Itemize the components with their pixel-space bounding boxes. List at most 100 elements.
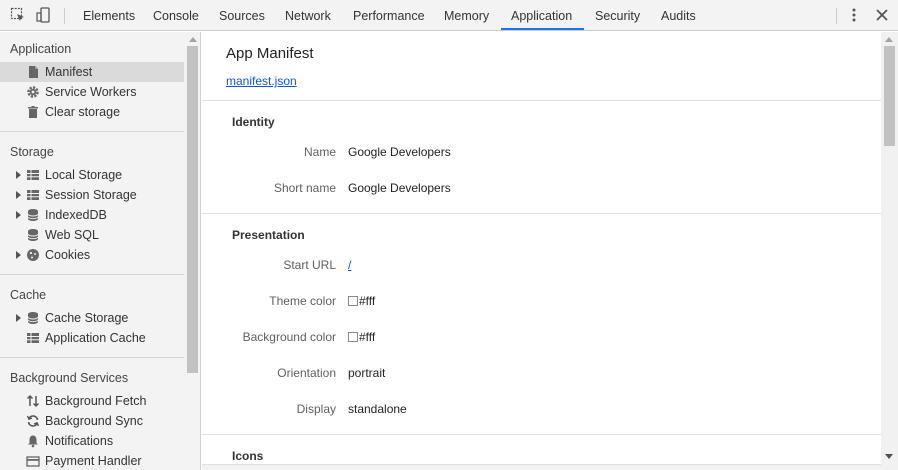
scroll-up-arrow-icon[interactable]: [885, 37, 893, 42]
expand-arrow-icon[interactable]: [16, 211, 21, 219]
sidebar-item-label: IndexedDB: [45, 208, 107, 222]
scroll-down-arrow-icon[interactable]: [885, 454, 893, 459]
sidebar-divider: [0, 357, 184, 358]
field-label: Start URL: [283, 258, 336, 272]
database-icon: [26, 228, 40, 242]
sidebar-item-application-cache[interactable]: Application Cache: [0, 328, 184, 348]
sync-icon: [26, 414, 40, 428]
grid-icon: [26, 331, 40, 345]
manifest-json-link[interactable]: manifest.json: [226, 74, 297, 88]
tab-audits[interactable]: Audits: [661, 0, 696, 30]
devtools-toolbar: Elements Console Sources Network Perform…: [0, 0, 898, 31]
close-icon[interactable]: [874, 7, 890, 23]
gear-icon: [26, 85, 40, 99]
toolbar-divider: [64, 8, 65, 24]
tab-console[interactable]: Console: [153, 0, 199, 30]
theme-color-text: #fff: [359, 294, 376, 308]
sidebar-item-session-storage[interactable]: Session Storage: [0, 185, 184, 205]
sidebar-item-indexeddb[interactable]: IndexedDB: [0, 205, 184, 225]
sidebar-item-label: Local Storage: [45, 168, 123, 182]
cookie-icon: [26, 248, 40, 262]
sidebar-item-background-sync[interactable]: Background Sync: [0, 411, 184, 431]
tab-elements[interactable]: Elements: [83, 0, 135, 30]
scroll-up-arrow-icon[interactable]: [189, 37, 197, 42]
page-title: App Manifest: [226, 45, 314, 62]
card-icon: [26, 454, 40, 468]
tab-network[interactable]: Network: [285, 0, 331, 30]
sidebar-item-label: Service Workers: [45, 85, 137, 99]
grid-icon: [26, 188, 40, 202]
document-icon: [26, 65, 40, 79]
display-value: standalone: [348, 402, 407, 416]
field-label: Theme color: [269, 294, 336, 308]
expand-arrow-icon[interactable]: [16, 191, 21, 199]
sidebar-divider: [0, 274, 184, 275]
sidebar-item-notifications[interactable]: Notifications: [0, 431, 184, 451]
sidebar-item-local-storage[interactable]: Local Storage: [0, 165, 184, 185]
tab-sources[interactable]: Sources: [219, 0, 265, 30]
trash-icon: [26, 105, 40, 119]
sidebar-item-label: Cookies: [45, 248, 91, 262]
device-toolbar-icon[interactable]: [35, 7, 51, 23]
sidebar-item-label: Web SQL: [45, 228, 99, 242]
sidebar-section-storage: Storage: [10, 145, 54, 159]
sidebar-item-label: Background Fetch: [45, 394, 147, 408]
manifest-panel: App Manifest manifest.json Identity Name…: [202, 32, 881, 470]
field-label: Orientation: [277, 366, 336, 380]
tab-security[interactable]: Security: [595, 0, 640, 30]
tab-memory[interactable]: Memory: [444, 0, 489, 30]
application-sidebar: Application Manifest Service Workers Cle…: [0, 32, 201, 470]
field-label: Name: [303, 145, 336, 159]
field-label: Display: [296, 402, 336, 416]
color-swatch[interactable]: [348, 332, 358, 342]
horizontal-scrollbar[interactable]: [202, 464, 881, 470]
sidebar-item-cookies[interactable]: Cookies: [0, 245, 184, 265]
sidebar-item-payment-handler[interactable]: Payment Handler: [0, 451, 184, 470]
up-down-arrows-icon: [26, 394, 40, 408]
section-title-identity: Identity: [232, 115, 275, 129]
section-divider: [202, 213, 881, 214]
section-divider: [202, 434, 881, 435]
sidebar-item-cache-storage[interactable]: Cache Storage: [0, 308, 184, 328]
sidebar-item-label: Payment Handler: [45, 454, 142, 468]
sidebar-item-service-workers[interactable]: Service Workers: [0, 82, 184, 102]
tab-application[interactable]: Application: [511, 0, 572, 30]
database-icon: [26, 208, 40, 222]
tab-performance[interactable]: Performance: [353, 0, 425, 30]
sidebar-divider: [0, 131, 184, 132]
sidebar-scrollbar-thumb[interactable]: [187, 46, 198, 373]
grid-icon: [26, 168, 40, 182]
orientation-value: portrait: [348, 366, 386, 380]
theme-color-value: #fff: [348, 294, 375, 308]
short-name-value: Google Developers: [348, 181, 451, 195]
active-tab-indicator: [501, 28, 584, 30]
expand-arrow-icon[interactable]: [16, 171, 21, 179]
expand-arrow-icon[interactable]: [16, 251, 21, 259]
sidebar-item-manifest[interactable]: Manifest: [0, 62, 184, 82]
sidebar-item-clear-storage[interactable]: Clear storage: [0, 102, 184, 122]
bell-icon: [26, 434, 40, 448]
color-swatch[interactable]: [348, 296, 358, 306]
sidebar-item-background-fetch[interactable]: Background Fetch: [0, 391, 184, 411]
database-icon: [26, 311, 40, 325]
start-url-link[interactable]: /: [348, 258, 351, 272]
sidebar-section-application: Application: [10, 42, 72, 56]
start-url-value: /: [348, 258, 351, 272]
sidebar-item-web-sql[interactable]: Web SQL: [0, 225, 184, 245]
field-label: Short name: [273, 181, 336, 195]
sidebar-section-cache: Cache: [10, 288, 47, 302]
more-options-icon[interactable]: [846, 7, 862, 23]
sidebar-item-label: Manifest: [45, 65, 93, 79]
background-color-value: #fff: [348, 330, 375, 344]
field-label: Background color: [242, 330, 336, 344]
name-value: Google Developers: [348, 145, 451, 159]
inspect-element-icon[interactable]: [10, 7, 26, 23]
section-title-presentation: Presentation: [232, 228, 305, 242]
background-color-text: #fff: [359, 330, 376, 344]
sidebar-item-label: Background Sync: [45, 414, 143, 428]
sidebar-item-label: Notifications: [45, 434, 114, 448]
section-title-icons: Icons: [232, 449, 264, 463]
main-scrollbar-thumb[interactable]: [884, 46, 895, 146]
sidebar-section-background-services: Background Services: [10, 371, 129, 385]
expand-arrow-icon[interactable]: [16, 314, 21, 322]
